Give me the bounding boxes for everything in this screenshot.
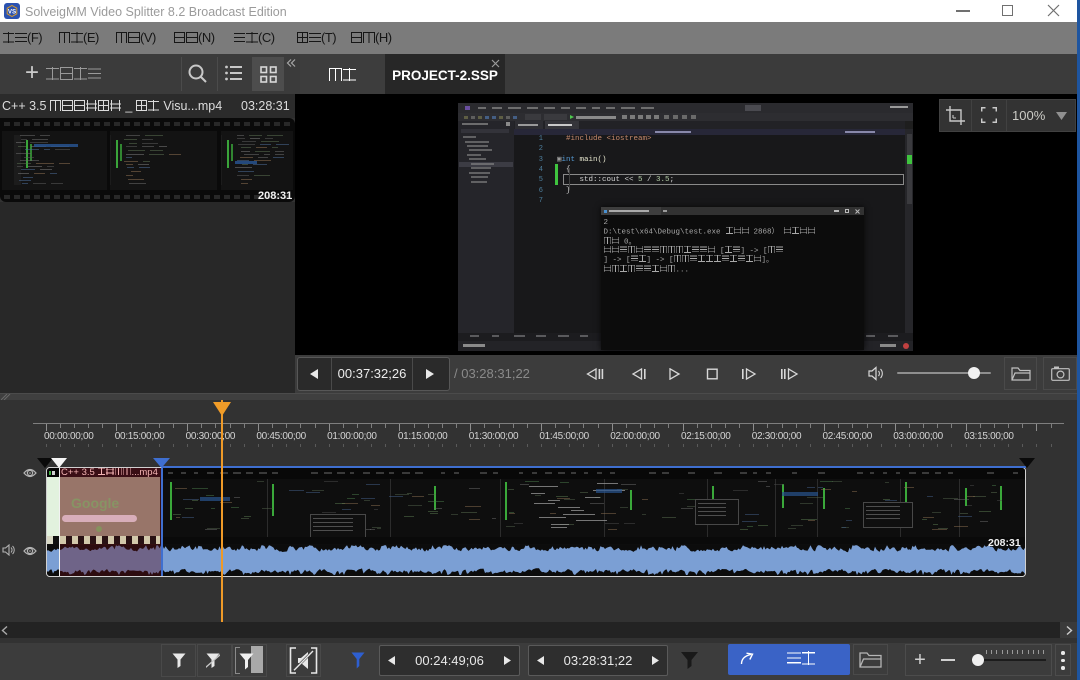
svg-text:VS: VS — [8, 9, 16, 16]
